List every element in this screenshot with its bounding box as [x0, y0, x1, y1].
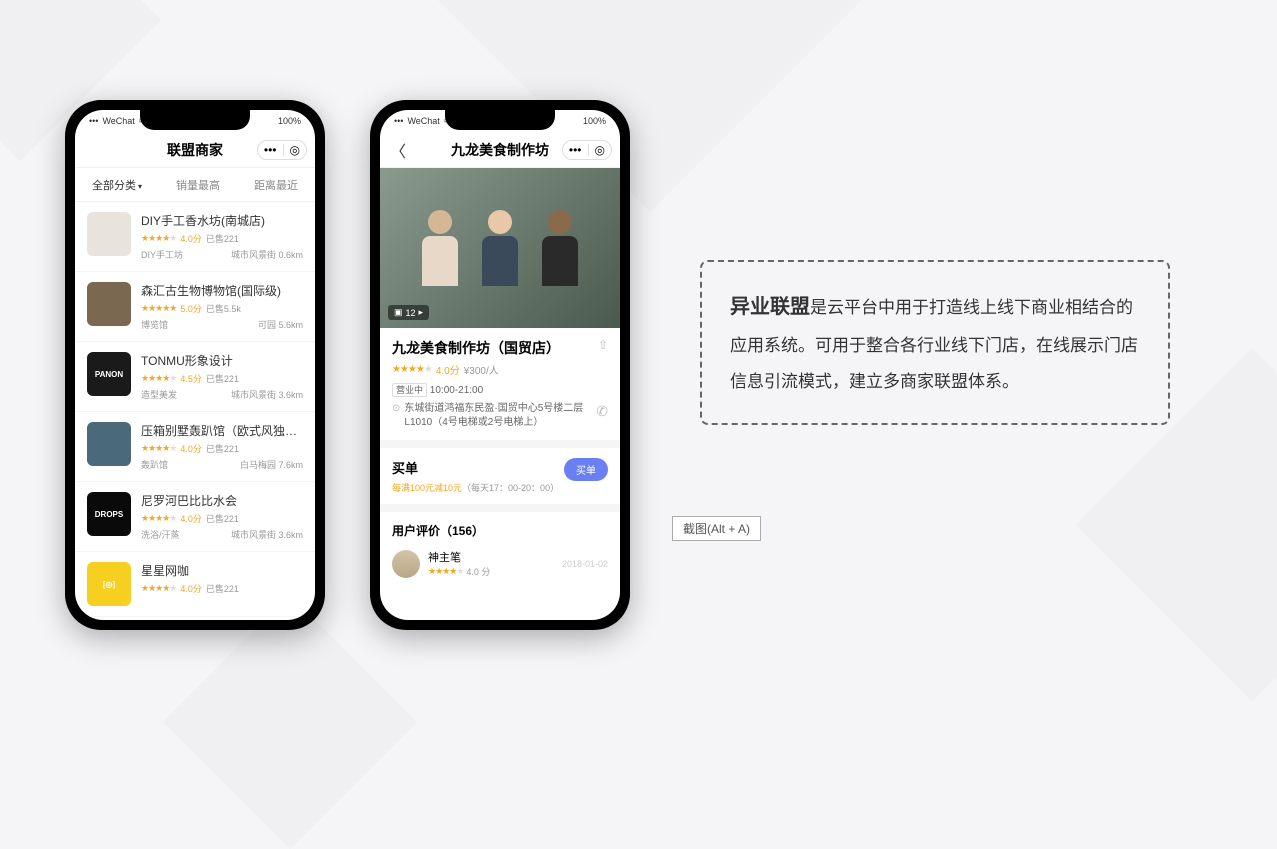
- merchant-list-item[interactable]: DIY手工香水坊(南城店) ★★★★★ 4.0分 已售221 DIY手工坊城市风…: [75, 202, 315, 272]
- merchant-tags: 博览馆可园 5.6km: [141, 318, 303, 331]
- shop-hours: 营业中 10:00-21:00: [392, 383, 608, 396]
- filter-bar: 全部分类▾ 销量最高 距离最近: [75, 168, 315, 202]
- shop-name: 九龙美食制作坊（国贸店）: [392, 338, 608, 358]
- merchant-name: 森汇古生物博物馆(国际级): [141, 282, 303, 299]
- miniprogram-actions[interactable]: ••• ◎: [257, 140, 307, 160]
- merchant-name: 压箱别墅轰趴馆（欧式风独栋私密别...: [141, 422, 303, 439]
- shop-info-section: ⇧ 九龙美食制作坊（国贸店） ★★★★★ 4.0分 ¥300/人 营业中 10:…: [380, 328, 620, 440]
- merchant-rating: ★★★★★ 4.0分 已售221: [141, 442, 303, 455]
- merchant-tags: DIY手工坊城市风景街 0.6km: [141, 248, 303, 261]
- merchant-rating: ★★★★★ 5.0分 已售5.5k: [141, 302, 303, 315]
- nav-bar: 联盟商家 ••• ◎: [75, 132, 315, 168]
- feature-description: 异业联盟是云平台中用于打造线上线下商业相结合的应用系统。可用于整合各行业线下门店…: [700, 260, 1170, 425]
- buy-button[interactable]: 买单: [564, 458, 608, 481]
- merchant-list-item[interactable]: 森汇古生物博物馆(国际级) ★★★★★ 5.0分 已售5.5k 博览馆可园 5.…: [75, 272, 315, 342]
- merchant-thumbnail: [◎]: [87, 562, 131, 606]
- avatar: [392, 550, 420, 578]
- more-icon[interactable]: •••: [264, 143, 277, 157]
- page-title: 联盟商家: [167, 140, 223, 160]
- photo-count-badge[interactable]: ▣ 12▸: [388, 305, 429, 320]
- nav-bar: 〈 九龙美食制作坊 ••• ◎: [380, 132, 620, 168]
- merchant-tags: 轰趴馆白马梅园 7.6km: [141, 458, 303, 471]
- merchant-list-item[interactable]: DROPS 尼罗河巴比比水会 ★★★★★ 4.0分 已售221 洗浴/汗蒸城市风…: [75, 482, 315, 552]
- phone-notch: [445, 110, 555, 130]
- shop-address[interactable]: ⊙ 东城街道鸿福东民盈·国贸中心5号楼二层L1010（4号电梯或2号电梯上） ✆: [392, 402, 608, 430]
- merchant-rating: ★★★★★ 4.0分 已售221: [141, 512, 303, 525]
- merchant-thumbnail: PANON: [87, 352, 131, 396]
- merchant-thumbnail: [87, 282, 131, 326]
- merchant-tags: 造型美发城市风景街 3.6km: [141, 388, 303, 401]
- merchant-list-item[interactable]: [◎] 星星网咖 ★★★★★ 4.0分 已售221: [75, 552, 315, 617]
- merchant-list[interactable]: DIY手工香水坊(南城店) ★★★★★ 4.0分 已售221 DIY手工坊城市风…: [75, 202, 315, 617]
- merchant-rating: ★★★★★ 4.0分 已售221: [141, 232, 303, 245]
- review-date: 2018-01-02: [562, 559, 608, 569]
- merchant-thumbnail: [87, 422, 131, 466]
- merchant-name: TONMU形象设计: [141, 352, 303, 369]
- review-item[interactable]: 神主笔 ★★★★★ 4.0 分 2018-01-02: [392, 549, 608, 578]
- review-section: 用户评价（156） 神主笔 ★★★★★ 4.0 分 2018-01-02: [380, 512, 620, 588]
- reviewer-name: 神主笔: [428, 549, 554, 565]
- merchant-thumbnail: [87, 212, 131, 256]
- filter-category[interactable]: 全部分类▾: [92, 177, 142, 193]
- filter-distance[interactable]: 距离最近: [254, 177, 298, 193]
- review-rating: ★★★★★ 4.0 分: [428, 565, 554, 578]
- phone-icon[interactable]: ✆: [596, 402, 608, 422]
- merchant-thumbnail: DROPS: [87, 492, 131, 536]
- more-icon[interactable]: •••: [569, 143, 582, 157]
- merchant-name: DIY手工香水坊(南城店): [141, 212, 303, 229]
- review-title: 用户评价（156）: [392, 522, 608, 539]
- phone-mockup-detail: •••WeChat≈ 100% 〈 九龙美食制作坊 ••• ◎ ▣ 12▸: [370, 100, 630, 630]
- merchant-name: 尼罗河巴比比水会: [141, 492, 303, 509]
- buy-section: 买单 每满100元减10元（每天17：00-20：00） 买单: [380, 448, 620, 504]
- close-icon[interactable]: ◎: [595, 143, 605, 157]
- share-icon[interactable]: ⇧: [598, 338, 608, 352]
- screenshot-shortcut-hint[interactable]: 截图(Alt + A): [672, 516, 761, 541]
- shop-hero-image[interactable]: ▣ 12▸: [380, 168, 620, 328]
- filter-sales[interactable]: 销量最高: [176, 177, 220, 193]
- phone-mockup-list: •••WeChat≈ 100% 联盟商家 ••• ◎ 全部分类▾ 销量最高 距离…: [65, 100, 325, 630]
- page-title: 九龙美食制作坊: [451, 140, 549, 160]
- merchant-list-item[interactable]: PANON TONMU形象设计 ★★★★★ 4.5分 已售221 造型美发城市风…: [75, 342, 315, 412]
- back-button[interactable]: 〈: [390, 138, 406, 162]
- close-icon[interactable]: ◎: [290, 143, 300, 157]
- merchant-rating: ★★★★★ 4.5分 已售221: [141, 372, 303, 385]
- merchant-name: 星星网咖: [141, 562, 303, 579]
- chevron-down-icon: ▾: [138, 182, 142, 191]
- miniprogram-actions[interactable]: ••• ◎: [562, 140, 612, 160]
- merchant-list-item[interactable]: 压箱别墅轰趴馆（欧式风独栋私密别... ★★★★★ 4.0分 已售221 轰趴馆…: [75, 412, 315, 482]
- location-icon: ⊙: [392, 402, 400, 430]
- shop-rating: ★★★★★ 4.0分 ¥300/人: [392, 362, 608, 377]
- photo-icon: ▣: [394, 307, 403, 318]
- merchant-rating: ★★★★★ 4.0分 已售221: [141, 582, 303, 595]
- merchant-tags: 洗浴/汗蒸城市风景街 3.6km: [141, 528, 303, 541]
- buy-promo: 每满100元减10元（每天17：00-20：00）: [392, 481, 608, 494]
- phone-notch: [140, 110, 250, 130]
